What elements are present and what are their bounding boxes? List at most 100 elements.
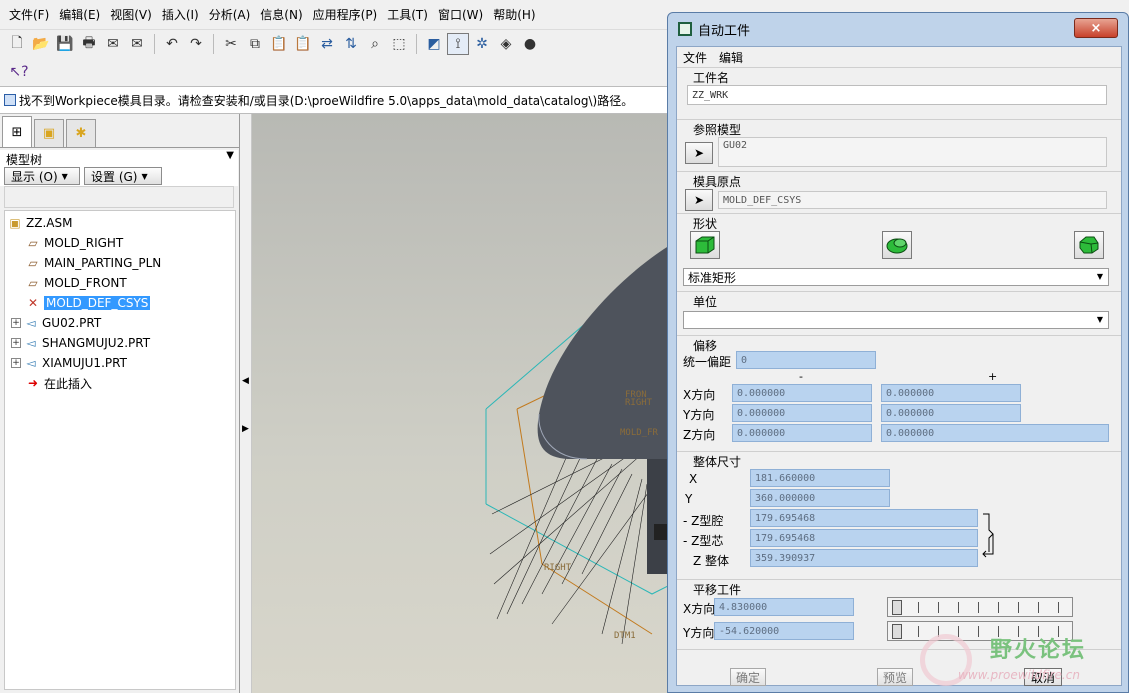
sum-bracket-icon	[982, 513, 994, 558]
slider-thumb[interactable]	[892, 600, 902, 615]
tree-item[interactable]: ▱ MOLD_RIGHT	[5, 233, 235, 253]
dim-y-field[interactable]: 360.000000	[750, 489, 890, 507]
dim-zcav-field[interactable]: 179.695468	[750, 509, 978, 527]
ok-button[interactable]: 确定	[730, 668, 766, 686]
mail-icon[interactable]: ✉	[126, 33, 148, 55]
regenerate-icon[interactable]: ⇄	[316, 33, 338, 55]
box-shape-icon[interactable]	[690, 231, 720, 259]
tree-item[interactable]: ➜ 在此插入	[5, 373, 235, 393]
expand-icon[interactable]: +	[11, 338, 21, 348]
model-tree-tab-icon[interactable]: ⊞	[2, 116, 32, 147]
spin-center-icon[interactable]: ✲	[471, 33, 493, 55]
tree-item[interactable]: ▱ MAIN_PARTING_PLN	[5, 253, 235, 273]
print-icon[interactable]: 🖶	[78, 33, 100, 55]
dialog-menu-edit[interactable]: 编辑	[719, 49, 743, 66]
menu-view[interactable]: 视图(V)	[105, 6, 157, 23]
units-select[interactable]: ▼	[683, 311, 1109, 329]
x-minus-field[interactable]: 0.000000	[732, 384, 872, 402]
dialog-titlebar: 自动工件	[668, 13, 1128, 45]
select-arrow-icon[interactable]: ➤	[685, 189, 713, 211]
mold-origin-field[interactable]: MOLD_DEF_CSYS	[718, 191, 1107, 209]
slider-thumb[interactable]	[892, 624, 902, 639]
navigator-tabs: ⊞ ▣ ✱	[0, 114, 239, 148]
graphics-window[interactable]: FRON RIGHT MOLD_FR RIGHT DTM1	[252, 114, 672, 693]
units-section: 单位 ▼	[677, 291, 1121, 335]
menu-insert[interactable]: 插入(I)	[157, 6, 204, 23]
cylinder-shape-icon[interactable]	[882, 231, 912, 259]
toolbar-separator	[213, 34, 214, 54]
context-help-icon[interactable]: ↖?	[8, 61, 30, 83]
tree-item-label: GU02.PRT	[42, 316, 102, 330]
menu-tools[interactable]: 工具(T)	[382, 6, 433, 23]
collapse-left-icon[interactable]: ◀	[242, 376, 249, 386]
tree-item-label: MOLD_RIGHT	[44, 236, 124, 250]
chevron-down-icon[interactable]: ▼	[226, 150, 234, 161]
paste-icon[interactable]: 📋	[268, 33, 290, 55]
x-plus-field[interactable]: 0.000000	[881, 384, 1021, 402]
find-icon[interactable]: ⌕	[364, 33, 386, 55]
tree-item[interactable]: + ◅ GU02.PRT	[5, 313, 235, 333]
dialog-menu-file[interactable]: 文件	[683, 49, 707, 66]
y-minus-field[interactable]: 0.000000	[732, 404, 872, 422]
translate-x-slider[interactable]	[887, 597, 1073, 617]
custom-shape-icon[interactable]	[1074, 231, 1104, 259]
menu-window[interactable]: 窗口(W)	[433, 6, 488, 23]
close-button[interactable]: ×	[1074, 18, 1118, 38]
tree-item[interactable]: + ◅ SHANGMUJU2.PRT	[5, 333, 235, 353]
tree-item-selected[interactable]: ✕ MOLD_DEF_CSYS	[5, 293, 235, 313]
part-icon: ◅	[26, 336, 36, 350]
shade-icon[interactable]: ●	[519, 33, 541, 55]
secondary-toolbar: ↖?	[0, 58, 680, 86]
save-icon[interactable]: 💾	[54, 33, 76, 55]
copy-icon[interactable]: ⧉	[244, 33, 266, 55]
regenerate-manager-icon[interactable]: ⇅	[340, 33, 362, 55]
send-icon[interactable]: ✉	[102, 33, 124, 55]
dim-ztotal-label: Z 整体	[693, 554, 730, 568]
expand-icon[interactable]: +	[11, 318, 21, 328]
preview-button[interactable]: 预览	[877, 668, 913, 686]
folder-browser-tab-icon[interactable]: ▣	[34, 119, 64, 147]
render-icon[interactable]: ◈	[495, 33, 517, 55]
translate-x-field[interactable]: 4.830000	[714, 598, 854, 616]
cut-icon[interactable]: ✂	[220, 33, 242, 55]
toolbar-separator	[416, 34, 417, 54]
open-icon[interactable]: 📂	[30, 33, 52, 55]
select-arrow-icon[interactable]: ➤	[685, 142, 713, 164]
paste-special-icon[interactable]: 📋	[292, 33, 314, 55]
datum-display-icon[interactable]: ◩	[423, 33, 445, 55]
dim-zcore-field[interactable]: 179.695468	[750, 529, 978, 547]
menu-edit[interactable]: 编辑(E)	[54, 6, 105, 23]
uniform-offset-field[interactable]: 0	[736, 351, 876, 369]
panel-splitter[interactable]: ◀ ▶	[240, 114, 252, 693]
expand-icon[interactable]: +	[11, 358, 21, 368]
expand-right-icon[interactable]: ▶	[242, 424, 249, 434]
shape-select[interactable]: 标准矩形 ▼	[683, 268, 1109, 286]
favorites-tab-icon[interactable]: ✱	[66, 119, 96, 147]
y-plus-field[interactable]: 0.000000	[881, 404, 1021, 422]
redo-icon[interactable]: ↷	[185, 33, 207, 55]
undo-icon[interactable]: ↶	[161, 33, 183, 55]
select-box-icon[interactable]: ⬚	[388, 33, 410, 55]
new-icon[interactable]: 🗋	[6, 33, 28, 55]
dim-ztotal-field[interactable]: 359.390937	[750, 549, 978, 567]
shape-select-value: 标准矩形	[688, 270, 737, 285]
axis-display-icon[interactable]: ⟟	[447, 33, 469, 55]
translate-y-field[interactable]: -54.620000	[714, 622, 854, 640]
menu-help[interactable]: 帮助(H)	[488, 6, 540, 23]
menu-file[interactable]: 文件(F)	[4, 6, 54, 23]
tree-item[interactable]: + ◅ XIAMUJU1.PRT	[5, 353, 235, 373]
tree-item[interactable]: ▣ ZZ.ASM	[5, 213, 235, 233]
menu-applications[interactable]: 应用程序(P)	[308, 6, 383, 23]
settings-button[interactable]: 设置 (G) ▼	[84, 167, 162, 185]
dim-x-field[interactable]: 181.660000	[750, 469, 890, 487]
workpiece-name-field[interactable]: ZZ_WRK	[687, 85, 1107, 105]
menu-info[interactable]: 信息(N)	[255, 6, 307, 23]
datum-label: DTM1	[614, 631, 636, 641]
z-minus-field[interactable]: 0.000000	[732, 424, 872, 442]
tree-item[interactable]: ▱ MOLD_FRONT	[5, 273, 235, 293]
show-button[interactable]: 显示 (O) ▼	[4, 167, 80, 185]
z-plus-field[interactable]: 0.000000	[881, 424, 1109, 442]
menu-analysis[interactable]: 分析(A)	[204, 6, 256, 23]
ref-model-field[interactable]: GU02	[718, 137, 1107, 167]
tree-item-label: SHANGMUJU2.PRT	[42, 336, 151, 350]
